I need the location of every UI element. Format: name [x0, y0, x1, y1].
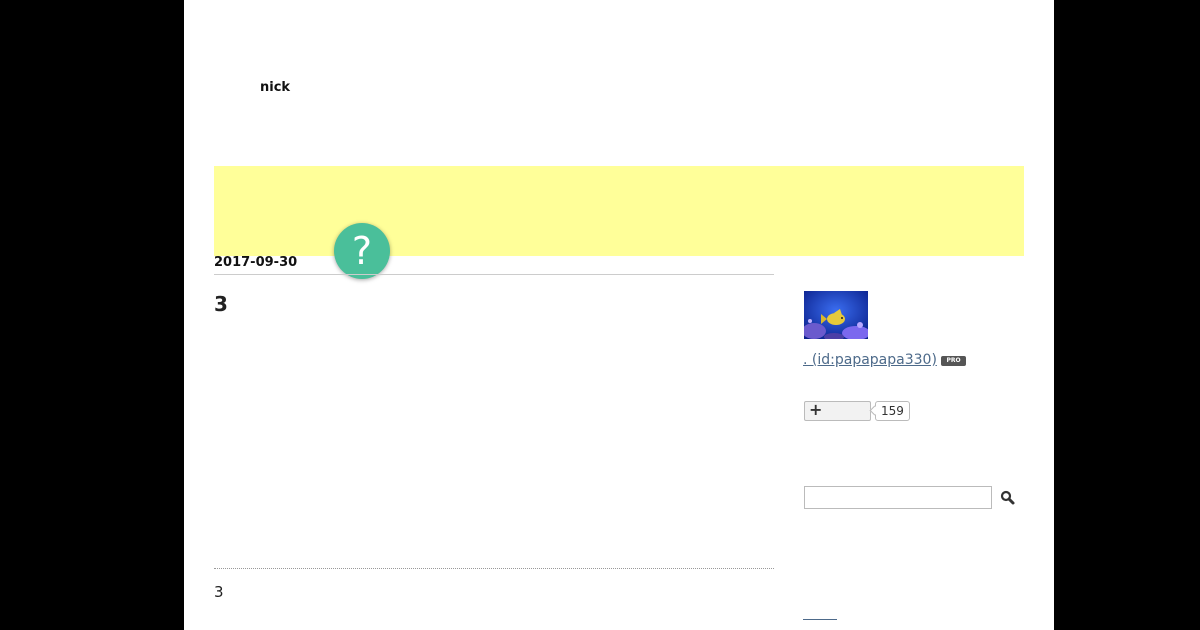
- sidebar-link[interactable]: [803, 619, 837, 620]
- follower-count: 159: [875, 401, 910, 421]
- search-button[interactable]: [998, 488, 1018, 508]
- follow-button[interactable]: +: [804, 400, 871, 421]
- plus-icon: +: [809, 400, 823, 419]
- pro-badge: PRO: [941, 356, 966, 366]
- entry-title[interactable]: 3: [214, 292, 228, 316]
- search-icon: [1000, 490, 1015, 505]
- help-button[interactable]: ?: [334, 223, 390, 279]
- profile-name-link[interactable]: . (id:papapapa330): [803, 352, 937, 368]
- question-icon: ?: [351, 229, 373, 273]
- page-container: nick ? 2017-09-30 3 3 . (id:papapapa330)…: [184, 0, 1054, 630]
- search-input[interactable]: [804, 486, 992, 509]
- fish-avatar-image: [804, 291, 868, 339]
- profile-avatar[interactable]: [804, 291, 868, 339]
- entry-footer-text: 3: [214, 583, 224, 601]
- entry-divider: [214, 568, 774, 569]
- date-divider: [214, 274, 774, 275]
- entry-date[interactable]: 2017-09-30: [214, 255, 297, 270]
- blog-title[interactable]: nick: [260, 80, 290, 95]
